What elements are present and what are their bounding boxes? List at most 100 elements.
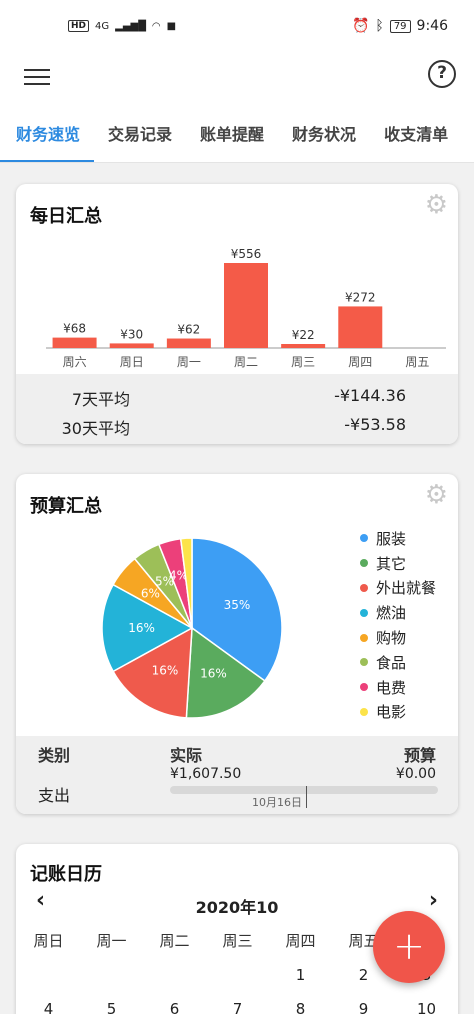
legend-item: 电影	[360, 700, 436, 725]
avg-30-label: 30天平均	[61, 419, 130, 438]
category-tick-label: 周四	[348, 355, 372, 369]
avg-7-label: 7天平均	[71, 390, 130, 409]
category-tick-label: 周六	[63, 355, 87, 369]
calendar-weekday: 周三	[222, 932, 253, 950]
legend-color-dot	[360, 559, 368, 568]
tab-overview[interactable]: 财务速览	[0, 110, 95, 162]
legend-color-dot	[360, 658, 368, 667]
budget-head-budget: 预算	[403, 746, 436, 765]
tab-financial-status[interactable]: 财务状况	[278, 110, 370, 162]
chevron-left-icon[interactable]: ‹	[36, 890, 45, 912]
signal-icon: ▂▄▆█	[115, 20, 146, 32]
legend-label: 购物	[376, 629, 407, 648]
calendar-weekday: 周一	[96, 932, 127, 950]
status-bar: HD 4G ▂▄▆█ ◠ ■ ⏰ ᛒ 79 9:46	[0, 0, 474, 52]
avg-30-value: -¥53.58	[344, 415, 406, 434]
daily-summary-card: 每日汇总 ⚙ ¥68 周六 ¥30 周日 ¥62 周一 ¥556 周二 ¥22 周三 ¥272 周四周…	[16, 184, 458, 444]
bar-周日[interactable]	[109, 343, 154, 348]
legend-label: 食品	[376, 653, 407, 672]
wifi-icon: ◠	[151, 20, 161, 32]
gear-icon[interactable]: ⚙	[425, 192, 448, 218]
status-left: HD 4G ▂▄▆█ ◠ ■	[68, 20, 176, 32]
budget-row-budget: ¥0.00	[395, 766, 436, 782]
tab-bill-reminders[interactable]: 账单提醒	[186, 110, 278, 162]
budget-progress-bar	[170, 786, 438, 794]
tab-income-expense[interactable]: 收支清单	[370, 110, 462, 162]
legend-label: 其它	[376, 554, 407, 573]
average-section: 7天平均 -¥144.36 30天平均 -¥53.58	[16, 374, 458, 444]
budget-head-actual: 实际	[170, 746, 203, 765]
network-label: 4G	[95, 20, 110, 32]
legend-color-dot	[360, 683, 368, 692]
legend-item: 其它	[360, 551, 436, 576]
budget-row-actual: ¥1,607.50	[170, 766, 242, 782]
avg-30-row: 30天平均 -¥53.58	[16, 415, 458, 443]
category-tick-label: 周一	[177, 355, 201, 369]
bar-周一[interactable]	[166, 338, 211, 348]
budget-pie-chart: 35%16%16%16%6%5%4%	[101, 537, 283, 719]
bar-value-label: ¥62	[177, 323, 200, 337]
calendar-day[interactable]: 8	[269, 1000, 332, 1014]
budget-head-category: 类别	[38, 746, 71, 765]
category-tick-label: 周三	[291, 355, 315, 369]
progress-date: 10月16日	[252, 796, 302, 809]
category-tick-label: 周二	[234, 355, 258, 369]
legend-label: 电费	[376, 678, 407, 697]
budget-summary-title: 预算汇总	[30, 496, 102, 517]
bar-value-label: ¥272	[345, 290, 376, 304]
legend-item: 食品	[360, 650, 436, 675]
status-right: ⏰ ᛒ 79 9:46	[352, 18, 448, 34]
avg-7-value: -¥144.36	[334, 386, 406, 405]
battery-level: 79	[389, 19, 411, 33]
bar-value-label: ¥556	[231, 247, 262, 261]
category-tick-label: 周日	[120, 355, 144, 369]
today-marker	[306, 786, 307, 808]
bar-周四[interactable]	[338, 306, 383, 348]
video-icon: ■	[166, 20, 177, 32]
bar-周三[interactable]	[281, 344, 326, 348]
help-icon[interactable]: ?	[428, 60, 456, 88]
calendar-weekday: 周四	[285, 932, 316, 950]
legend-label: 燃油	[376, 604, 407, 623]
slice-percent-label: 16%	[200, 667, 227, 681]
legend-color-dot	[360, 633, 368, 642]
legend-item: 购物	[360, 625, 436, 650]
calendar-weekday: 周日	[33, 932, 64, 950]
bar-周六[interactable]	[52, 337, 97, 348]
bar-周二[interactable]	[224, 263, 268, 348]
hd-badge: HD	[68, 20, 90, 32]
legend-color-dot	[360, 534, 368, 543]
calendar-day[interactable]: 6	[143, 1000, 206, 1014]
calendar-weekday: 周二	[159, 932, 190, 950]
calendar-day[interactable]: 9	[332, 1000, 395, 1014]
slice-percent-label: 16%	[152, 664, 179, 678]
add-transaction-button[interactable]: +	[373, 911, 445, 983]
category-tick-label: 周五	[405, 355, 429, 369]
chevron-right-icon[interactable]: ›	[429, 890, 438, 912]
bluetooth-icon: ᛒ	[375, 18, 384, 34]
tab-transactions[interactable]: 交易记录	[94, 110, 186, 162]
legend-item: 外出就餐	[360, 576, 436, 601]
legend-item: 电费	[360, 675, 436, 700]
slice-percent-label: 16%	[128, 621, 155, 635]
bar-value-label: ¥22	[292, 328, 315, 342]
legend-color-dot	[360, 707, 368, 716]
budget-table: 类别 实际 预算 支出 ¥1,607.50 ¥0.00 10月16日	[16, 736, 458, 814]
tab-bar: 财务速览 交易记录 账单提醒 财务状况 收支清单	[0, 110, 474, 163]
pie-legend: 服装其它外出就餐燃油购物食品电费电影	[360, 526, 436, 724]
calendar-day[interactable]: 7	[206, 1000, 269, 1014]
calendar-day[interactable]: 10	[395, 1000, 458, 1014]
legend-item: 服装	[360, 526, 436, 551]
alarm-icon: ⏰	[351, 18, 370, 34]
legend-label: 电影	[376, 703, 407, 722]
gear-icon[interactable]: ⚙	[425, 482, 448, 508]
bar-value-label: ¥68	[63, 322, 86, 336]
legend-color-dot	[360, 583, 368, 592]
calendar-day[interactable]: 1	[269, 966, 332, 984]
hamburger-icon[interactable]	[24, 66, 50, 88]
calendar-day[interactable]: 4	[17, 1000, 80, 1014]
budget-summary-card: 预算汇总 ⚙ 35% 16% 16% 16% 6% 5% 4% 服装 其它 外出就餐 燃油 购物 食品…	[16, 474, 458, 814]
legend-color-dot	[360, 608, 368, 617]
avg-7-row: 7天平均 -¥144.36	[16, 386, 458, 414]
calendar-day[interactable]: 5	[80, 1000, 143, 1014]
